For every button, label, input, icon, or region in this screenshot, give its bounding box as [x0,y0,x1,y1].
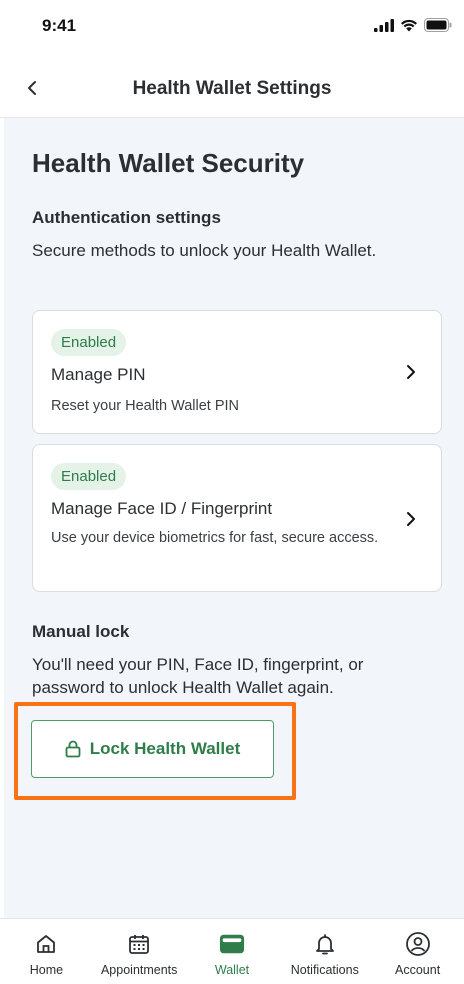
calendar-icon [126,931,152,957]
tab-home[interactable]: Home [0,919,93,984]
bell-icon [312,931,338,957]
chevron-right-icon [407,512,415,526]
manage-biometrics-card[interactable]: Enabled Manage Face ID / Fingerprint Use… [32,444,442,592]
account-icon [405,931,431,957]
manual-lock-heading: Manual lock [32,622,130,641]
tab-label: Account [395,963,441,977]
tab-label: Wallet [214,963,250,977]
battery-icon [424,18,452,32]
tab-label: Appointments [100,963,178,977]
status-badge: Enabled [51,463,127,490]
tab-notifications[interactable]: Notifications [278,919,371,984]
tab-bar: Home Appointments Wallet Notifications A… [0,918,464,984]
signal-icon [374,18,394,32]
tab-wallet[interactable]: Wallet [186,919,279,984]
wallet-icon [219,931,245,957]
auth-settings-description: Secure methods to unlock your Health Wal… [32,241,377,260]
manage-pin-card[interactable]: Enabled Manage PIN Reset your Health Wal… [32,310,442,434]
tab-label: Home [29,963,64,977]
lock-icon [65,740,81,758]
auth-settings-heading: Authentication settings [32,208,221,227]
status-badge: Enabled [51,329,127,356]
content-area: Health Wallet Security Authentication se… [4,118,464,918]
card-title: Manage Face ID / Fingerprint [51,499,273,518]
lock-button-label: Lock Health Wallet [89,739,241,758]
nav-bar: Health Wallet Settings [0,58,464,118]
chevron-right-icon [407,365,415,379]
status-bar: 9:41 [0,0,464,58]
nav-title: Health Wallet Settings [132,78,332,99]
card-description: Reset your Health Wallet PIN [51,398,240,414]
status-time: 9:41 [42,16,77,35]
home-icon [33,931,59,957]
manual-lock-description: You'll need your PIN, Face ID, fingerpri… [32,655,364,697]
tab-account[interactable]: Account [371,919,464,984]
card-title: Manage PIN [51,365,146,384]
tab-label: Notifications [290,963,359,977]
status-icons [374,18,452,32]
page-title: Health Wallet Security [32,148,305,178]
wifi-icon [401,19,417,31]
tab-appointments[interactable]: Appointments [93,919,186,984]
lock-health-wallet-button[interactable]: Lock Health Wallet [31,720,274,778]
card-description: Use your device biometrics for fast, sec… [51,530,379,546]
